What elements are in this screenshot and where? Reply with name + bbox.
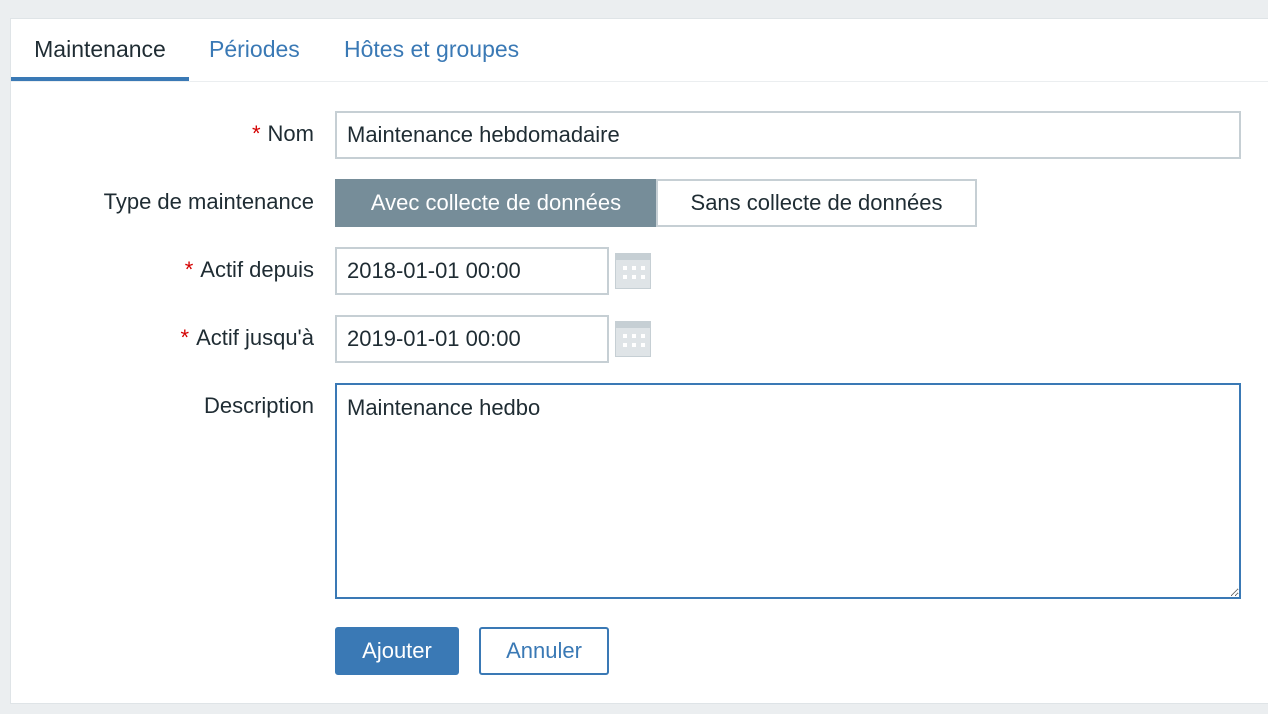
name-label: * Nom bbox=[251, 121, 314, 146]
maintenance-form-panel: Maintenance Périodes Hôtes et groupes * N… bbox=[10, 18, 1268, 704]
required-marker: * bbox=[251, 121, 261, 146]
active-till-input[interactable] bbox=[335, 315, 609, 363]
tab-bar: Maintenance Périodes Hôtes et groupes bbox=[11, 19, 1268, 82]
tab-hosts-and-groups[interactable]: Hôtes et groupes bbox=[344, 19, 519, 81]
active-till-label: * Actif jusqu'à bbox=[180, 325, 315, 350]
calendar-icon[interactable] bbox=[615, 253, 651, 289]
name-input[interactable] bbox=[335, 111, 1241, 159]
with-data-collection-option[interactable]: Avec collecte de données bbox=[335, 179, 657, 227]
description-textarea[interactable]: Maintenance hedbo bbox=[335, 383, 1241, 599]
active-since-input[interactable] bbox=[335, 247, 609, 295]
without-data-collection-option[interactable]: Sans collecte de données bbox=[656, 179, 977, 227]
maintenance-type-label: Type de maintenance bbox=[103, 189, 314, 214]
tab-periods[interactable]: Périodes bbox=[209, 19, 300, 81]
calendar-icon[interactable] bbox=[615, 321, 651, 357]
active-since-label: * Actif depuis bbox=[184, 257, 314, 282]
tab-maintenance[interactable]: Maintenance bbox=[11, 19, 189, 81]
description-label: Description bbox=[203, 393, 314, 418]
required-marker: * bbox=[180, 325, 190, 350]
add-button[interactable]: Ajouter bbox=[335, 627, 459, 675]
required-marker: * bbox=[184, 257, 194, 282]
cancel-button[interactable]: Annuler bbox=[479, 627, 609, 675]
